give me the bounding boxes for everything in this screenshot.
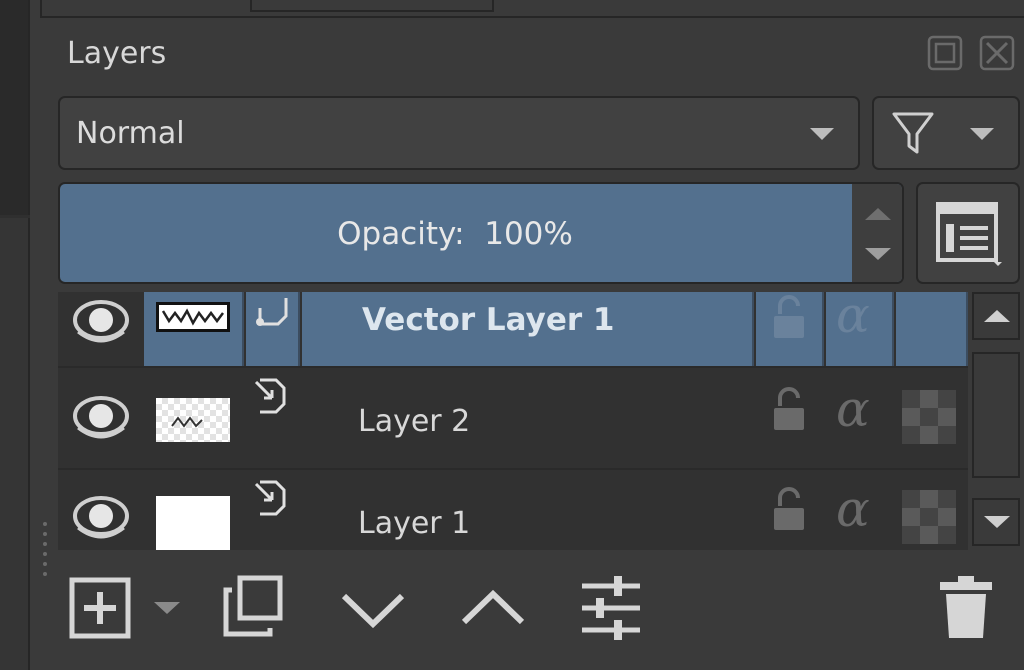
dropdown-icon <box>154 602 180 614</box>
visibility-toggle[interactable] <box>58 370 144 468</box>
layer-name: Vector Layer 1 <box>362 302 615 338</box>
alpha-icon: α <box>836 486 870 536</box>
layer-properties-icon <box>582 576 640 640</box>
alpha-lock-toggle[interactable]: α <box>826 472 894 550</box>
eye-icon <box>73 496 129 539</box>
panel-title: Layers <box>67 36 167 71</box>
inherit-alpha-toggle[interactable] <box>896 292 968 366</box>
visibility-toggle[interactable] <box>58 472 144 550</box>
white-thumbnail <box>156 496 230 550</box>
vector-thumbnail <box>156 302 230 332</box>
unlocked-icon <box>774 295 804 338</box>
lock-toggle[interactable] <box>756 292 824 366</box>
scroll-down-button[interactable] <box>972 498 1020 546</box>
vector-layer-icon <box>256 298 288 326</box>
panel-options-icon <box>936 202 1002 266</box>
svg-text:α: α <box>836 386 870 436</box>
scroll-up-button[interactable] <box>972 292 1020 340</box>
left-dock-strip <box>0 0 30 670</box>
paint-layer-icon <box>254 480 286 516</box>
filter-icon <box>892 112 934 154</box>
layer-toolbar <box>58 556 1020 666</box>
delete-layer-icon <box>940 576 992 638</box>
unlocked-icon <box>774 487 804 530</box>
add-layer-dropdown[interactable] <box>150 572 184 642</box>
layer-name-cell[interactable]: Layer 1 <box>302 472 754 550</box>
lock-toggle[interactable] <box>756 472 824 550</box>
layer-name: Layer 2 <box>358 404 471 439</box>
move-layer-up-button[interactable] <box>460 572 526 642</box>
layer-row-layer-1[interactable]: Layer 1 α <box>58 472 968 550</box>
layer-row-layer-2[interactable]: Layer 2 α <box>58 370 968 470</box>
duplicate-layer-button[interactable] <box>220 572 286 642</box>
layer-type-cell <box>246 292 300 366</box>
layer-name-cell[interactable]: Vector Layer 1 <box>302 292 754 366</box>
alpha-icon: α <box>836 292 870 342</box>
scroll-thumb[interactable] <box>972 352 1020 478</box>
layer-filter-button[interactable] <box>872 96 1020 170</box>
svg-text:α: α <box>836 292 870 342</box>
add-layer-icon <box>69 577 131 639</box>
visibility-toggle[interactable] <box>58 292 144 366</box>
close-icon <box>979 35 1015 71</box>
svg-text:α: α <box>836 486 870 536</box>
opacity-slider[interactable]: Opacity: 100% <box>58 182 904 284</box>
inherit-alpha-toggle[interactable] <box>896 370 968 468</box>
layer-name: Layer 1 <box>358 506 471 541</box>
grip-icon <box>43 522 47 576</box>
layer-options-button[interactable] <box>916 182 1020 284</box>
layer-properties-button[interactable] <box>578 572 644 642</box>
layer-list[interactable]: Vector Layer 1 α Layer 2 α Layer 1 α <box>58 292 968 550</box>
alpha-lock-toggle[interactable]: α <box>826 370 894 468</box>
inherit-alpha-icon <box>902 490 956 544</box>
layer-row-vector-layer-1[interactable]: Vector Layer 1 α <box>58 292 968 368</box>
paint-layer-icon <box>254 378 286 414</box>
layer-type-cell <box>246 472 300 550</box>
duplicate-layer-icon <box>223 575 283 637</box>
opacity-spinbox[interactable] <box>852 184 902 282</box>
inherit-alpha-toggle[interactable] <box>896 472 968 550</box>
eye-icon <box>73 300 129 343</box>
chevron-down-icon <box>984 516 1010 528</box>
float-button[interactable] <box>926 34 964 72</box>
chevron-down-icon <box>810 128 834 140</box>
unlocked-icon <box>774 387 804 430</box>
delete-layer-button[interactable] <box>938 572 994 642</box>
layer-thumbnail[interactable] <box>144 472 244 550</box>
add-layer-button[interactable] <box>68 572 132 642</box>
layer-name-cell[interactable]: Layer 2 <box>302 370 754 468</box>
layer-thumbnail[interactable] <box>144 292 244 366</box>
move-down-icon <box>341 593 405 629</box>
close-button[interactable] <box>978 34 1016 72</box>
spin-up-icon[interactable] <box>865 208 891 220</box>
left-dock-lower <box>0 218 30 670</box>
spin-down-icon[interactable] <box>865 248 891 260</box>
lock-toggle[interactable] <box>756 370 824 468</box>
alpha-icon: α <box>836 386 870 436</box>
inherit-alpha-icon <box>902 390 956 444</box>
layer-type-cell <box>246 370 300 468</box>
resize-grip[interactable] <box>40 520 50 580</box>
eye-icon <box>73 396 129 439</box>
blend-mode-select[interactable]: Normal <box>58 96 860 170</box>
move-up-icon <box>461 589 525 625</box>
chevron-up-icon <box>984 310 1010 322</box>
left-dock-upper <box>0 0 30 215</box>
top-frame <box>40 0 1024 18</box>
opacity-label: Opacity: 100% <box>337 216 573 252</box>
checker-thumbnail <box>156 398 230 442</box>
float-icon <box>927 35 963 71</box>
alpha-lock-toggle[interactable]: α <box>826 292 894 366</box>
blend-mode-value: Normal <box>76 116 185 151</box>
chevron-down-icon <box>970 128 994 140</box>
layer-thumbnail[interactable] <box>144 370 244 468</box>
layer-list-scrollbar[interactable] <box>972 292 1020 550</box>
move-layer-down-button[interactable] <box>340 572 406 642</box>
